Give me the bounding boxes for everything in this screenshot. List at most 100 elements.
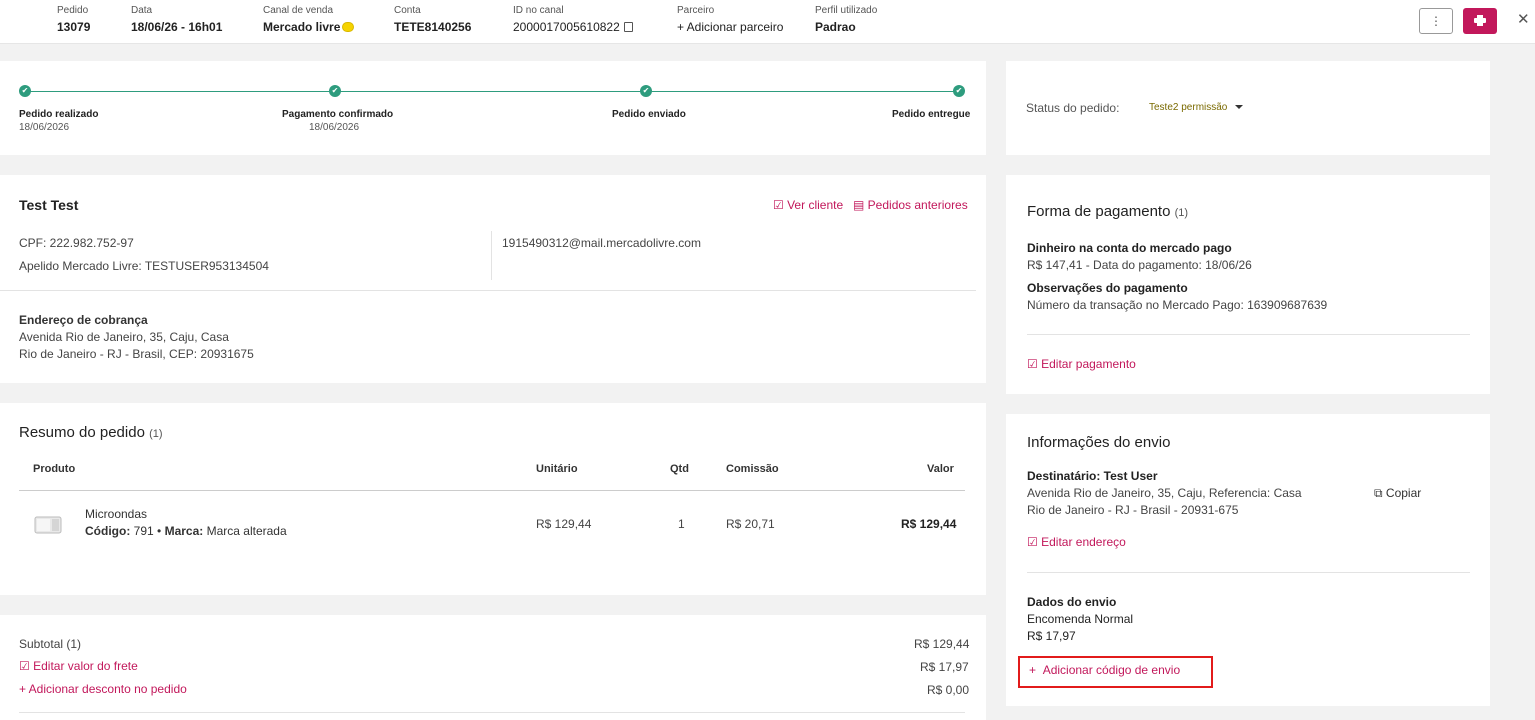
payment-count: (1) [1174,207,1189,219]
document-icon: ▤ [853,198,868,212]
summary-count: (1) [149,428,163,440]
divider [0,290,976,291]
edit-frete-label: Editar valor do frete [33,659,138,673]
col-unitario: Unitário [536,463,578,475]
item-qtd: 1 [678,517,685,531]
timeline-check-icon: ✔ [953,85,965,97]
header-canal: Canal de venda Mercado livre [263,5,355,35]
divider [1027,334,1470,335]
copy-label: Copiar [1385,486,1422,500]
shipping-service: Encomenda Normal [1027,612,1134,626]
copy-icon[interactable] [623,22,633,32]
edit-payment-label: Editar pagamento [1041,357,1136,371]
canal-value: Mercado livre [263,20,341,34]
ver-cliente-link[interactable]: ☑ Ver cliente [773,198,843,212]
perfil-label: Perfil utilizado [815,5,878,16]
desconto-value: R$ 0,00 [927,683,970,697]
shipping-price: R$ 17,97 [1027,629,1076,643]
conta-value: TETE8140256 [394,20,472,34]
add-parceiro-link[interactable]: + Adicionar parceiro [677,19,783,35]
divider [491,231,492,280]
payment-title: Forma de pagamento (1) [1027,203,1188,220]
email-text: 1915490312@mail.mercadolivre.com [502,236,701,250]
external-link-icon: ☑ [773,198,788,212]
summary-title-text: Resumo do pedido [19,424,145,441]
step-title: Pagamento confirmado [282,109,394,120]
add-shipping-code-label: Adicionar código de envio [1042,663,1181,677]
shipping-addr1: Avenida Rio de Janeiro, 35, Caju, Refere… [1027,486,1302,500]
add-desconto-link[interactable]: + Adicionar desconto no pedido [19,682,187,696]
col-produto: Produto [33,463,76,475]
totals-card [0,615,986,720]
edit-icon: ☑ [19,659,34,673]
edit-address-link[interactable]: ☑ Editar endereço [1027,535,1126,549]
shipping-addr2: Rio de Janeiro - RJ - Brasil - 20931-675 [1027,503,1239,517]
codigo-label: Código: [85,524,131,538]
product-thumbnail [34,516,62,534]
timeline-check-icon: ✔ [329,85,341,97]
pedidos-anteriores-label: Pedidos anteriores [867,198,968,212]
customer-name: Test Test [19,197,79,213]
status-value: Teste2 permissão [1149,102,1228,113]
canal-label: Canal de venda [263,5,334,16]
print-button[interactable] [1463,8,1497,34]
header-conta: Conta TETE8140256 [394,5,471,35]
edit-payment-link[interactable]: ☑ Editar pagamento [1027,357,1136,371]
header-pedido: Pedido 13079 [57,5,90,35]
codigo-value: 791 [133,524,154,538]
plus-icon: + [1029,663,1043,677]
table-header-divider [19,490,965,491]
divider [1027,572,1470,573]
status-dropdown[interactable]: Teste2 permissão [1149,102,1244,113]
col-valor: Valor [927,463,954,475]
payment-obs: Número da transação no Mercado Pago: 163… [1027,298,1328,312]
status-label: Status do pedido: [1026,101,1120,115]
edit-frete-link[interactable]: ☑ Editar valor do frete [19,659,138,673]
id-canal-value: 2000017005610822 [513,20,620,34]
product-name: Microondas [85,507,148,521]
parceiro-label: Parceiro [677,5,715,16]
marca-value: Marca alterada [206,524,287,538]
header-parceiro: Parceiro + Adicionar parceiro [677,5,783,35]
timeline-check-icon: ✔ [19,85,31,97]
ver-cliente-label: Ver cliente [787,198,844,212]
order-header: Pedido 13079 Data 18/06/26 - 16h01 Canal… [0,0,1535,44]
caret-down-icon [1235,105,1244,109]
pedido-label: Pedido [57,5,89,16]
step-title: Pedido enviado [612,109,686,120]
data-label: Data [131,5,153,16]
item-valor: R$ 129,44 [901,517,957,531]
perfil-value: Padrao [815,20,856,34]
conta-label: Conta [394,5,421,16]
frete-value: R$ 17,97 [920,660,969,674]
header-perfil: Perfil utilizado Padrao [815,5,877,35]
subtotal-value: R$ 129,44 [914,637,970,651]
timeline-check-icon: ✔ [640,85,652,97]
more-options-button[interactable]: ⋮ [1419,8,1453,34]
step-date: 18/06/2026 [309,122,360,133]
edit-address-label: Editar endereço [1041,535,1126,549]
copy-address-button[interactable]: ⧉ Copiar [1374,485,1421,501]
pedido-value: 13079 [57,20,91,34]
col-qtd: Qtd [670,463,689,475]
payment-title-text: Forma de pagamento [1027,203,1171,220]
marca-label: Marca: [164,524,204,538]
close-button[interactable]: ✕ [1517,10,1530,28]
mercado-livre-logo-icon [342,22,355,32]
pedidos-anteriores-link[interactable]: ▤ Pedidos anteriores [853,198,968,212]
edit-icon: ☑ [1027,535,1042,549]
cpf-text: CPF: 222.982.752-97 [19,236,134,250]
apelido-text: Apelido Mercado Livre: TESTUSER953134504 [19,259,269,273]
billing-line2: Rio de Janeiro - RJ - Brasil, CEP: 20931… [19,347,254,361]
header-id-canal: ID no canal 2000017005610822 [513,5,633,35]
add-shipping-code-link[interactable]: + Adicionar código de envio [1029,663,1180,677]
copy-icon: ⧉ [1374,486,1386,500]
shipping-recipient: Destinatário: Test User [1027,469,1158,483]
payment-method: Dinheiro na conta do mercado pago [1027,241,1232,255]
printer-icon [1474,15,1486,26]
data-value: 18/06/26 - 16h01 [131,20,223,34]
summary-title: Resumo do pedido (1) [19,424,163,441]
edit-icon: ☑ [1027,357,1042,371]
product-meta: Código: 791 • Marca: Marca alterada [85,524,287,538]
timeline-line [25,91,961,92]
